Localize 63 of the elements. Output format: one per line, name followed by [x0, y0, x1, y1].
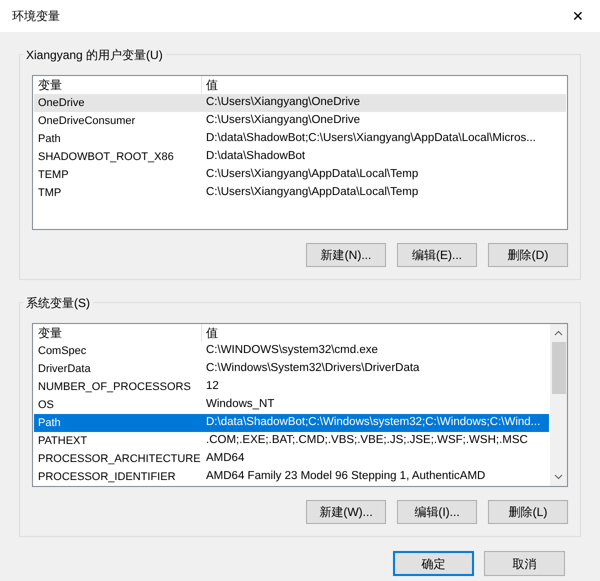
variable-row[interactable]: Path D:\data\ShadowBot;C:\Windows\system32;C:\Windows;C:\Wind...: [34, 414, 549, 432]
variable-value: C:\Users\Xiangyang\AppData\Local\Temp: [205, 167, 420, 182]
column-header[interactable]: 值: [202, 324, 549, 342]
variable-name: OS: [37, 398, 55, 413]
variable-name: SHADOWBOT_ROOT_X86: [37, 150, 175, 165]
dialog-button[interactable]: 删除(D): [488, 243, 568, 267]
variable-name: Path: [37, 132, 62, 147]
variable-row[interactable]: OneDriveConsumer C:\Users\Xiangyang\OneDrive: [34, 112, 566, 130]
variable-name: Path: [37, 416, 62, 431]
column-header[interactable]: 变量: [34, 324, 202, 342]
variable-row[interactable]: OneDrive C:\Users\Xiangyang\OneDrive: [34, 94, 566, 112]
variable-name: PATHEXT: [37, 434, 88, 449]
variable-row[interactable]: TEMP C:\Users\Xiangyang\AppData\Local\Temp: [34, 166, 566, 184]
variable-value: D:\data\ShadowBot;C:\Users\Xiangyang\AppData\Local\Micros...: [205, 131, 537, 146]
scrollbar[interactable]: [550, 324, 567, 486]
variable-row[interactable]: SHADOWBOT_ROOT_X86 D:\data\ShadowBot: [34, 148, 566, 166]
variable-list[interactable]: [32, 323, 568, 487]
variable-name: DriverData: [37, 362, 92, 377]
variable-row[interactable]: PATHEXT .COM;.EXE;.BAT;.CMD;.VBS;.VBE;.JS;.JSE;.WSF;.WSH;.MSC: [34, 432, 549, 450]
close-button[interactable]: ✕: [556, 0, 600, 32]
column-header[interactable]: 值: [202, 76, 566, 94]
window-title: 环境变量: [12, 8, 60, 25]
variable-value: C:\Users\Xiangyang\OneDrive: [205, 113, 362, 128]
variable-name: OneDriveConsumer: [37, 114, 136, 129]
variable-name: TEMP: [37, 168, 70, 183]
group-title: 系统变量(S): [23, 294, 93, 312]
dialog-button[interactable]: 新建(N)...: [306, 243, 386, 267]
variable-name: OneDrive: [37, 96, 86, 111]
variable-name: TMP: [37, 186, 62, 201]
scroll-down-icon[interactable]: [554, 474, 563, 480]
variable-value: C:\Users\Xiangyang\OneDrive: [205, 95, 362, 110]
variable-value: AMD64 Family 23 Model 96 Stepping 1, AuthenticAMD: [205, 469, 486, 484]
dialog-button[interactable]: 新建(W)...: [306, 500, 386, 524]
group-title: Xiangyang 的用户变量(U): [23, 46, 166, 64]
variable-row[interactable]: TMP C:\Users\Xiangyang\AppData\Local\Temp: [34, 184, 566, 202]
variable-value: D:\data\ShadowBot: [205, 149, 306, 164]
scrollbar-thumb[interactable]: [552, 342, 566, 394]
variable-name: PROCESSOR_ARCHITECTURE: [37, 452, 202, 467]
variable-row[interactable]: PROCESSOR_IDENTIFIER AMD64 Family 23 Model 96 Stepping 1, AuthenticAMD: [34, 468, 549, 486]
scroll-up-icon[interactable]: [554, 330, 563, 336]
variable-value: AMD64: [205, 451, 246, 466]
variable-name: NUMBER_OF_PROCESSORS: [37, 380, 192, 395]
variable-name: ComSpec: [37, 344, 88, 359]
dialog-button[interactable]: 编辑(E)...: [397, 243, 477, 267]
variable-row[interactable]: NUMBER_OF_PROCESSORS 12: [34, 378, 549, 396]
dialog-button[interactable]: 编辑(I)...: [397, 500, 477, 524]
variable-row[interactable]: Path D:\data\ShadowBot;C:\Users\Xiangyang\AppData\Local\Micros...: [34, 130, 566, 148]
variable-value: C:\Users\Xiangyang\AppData\Local\Temp: [205, 185, 420, 200]
variable-value: C:\Windows\System32\Drivers\DriverData: [205, 361, 420, 376]
variable-row[interactable]: PROCESSOR_ARCHITECTURE AMD64: [34, 450, 549, 468]
variable-value: .COM;.EXE;.BAT;.CMD;.VBS;.VBE;.JS;.JSE;.WSF;.WSH;.MSC: [205, 433, 529, 448]
dialog-button[interactable]: 确定: [393, 551, 474, 576]
variable-row[interactable]: DriverData C:\Windows\System32\Drivers\DriverData: [34, 360, 549, 378]
variable-list[interactable]: [32, 75, 568, 230]
variable-value: 12: [205, 379, 220, 394]
dialog-button[interactable]: 取消: [484, 551, 565, 576]
dialog-button[interactable]: 删除(L): [488, 500, 568, 524]
variable-name: PROCESSOR_IDENTIFIER: [37, 470, 177, 485]
variable-value: Windows_NT: [205, 397, 276, 412]
variable-row[interactable]: ComSpec C:\WINDOWS\system32\cmd.exe: [34, 342, 549, 360]
variable-value: D:\data\ShadowBot;C:\Windows\system32;C:\Windows;C:\Wind...: [205, 415, 542, 430]
variable-row[interactable]: OS Windows_NT: [34, 396, 549, 414]
variable-value: C:\WINDOWS\system32\cmd.exe: [205, 343, 379, 358]
